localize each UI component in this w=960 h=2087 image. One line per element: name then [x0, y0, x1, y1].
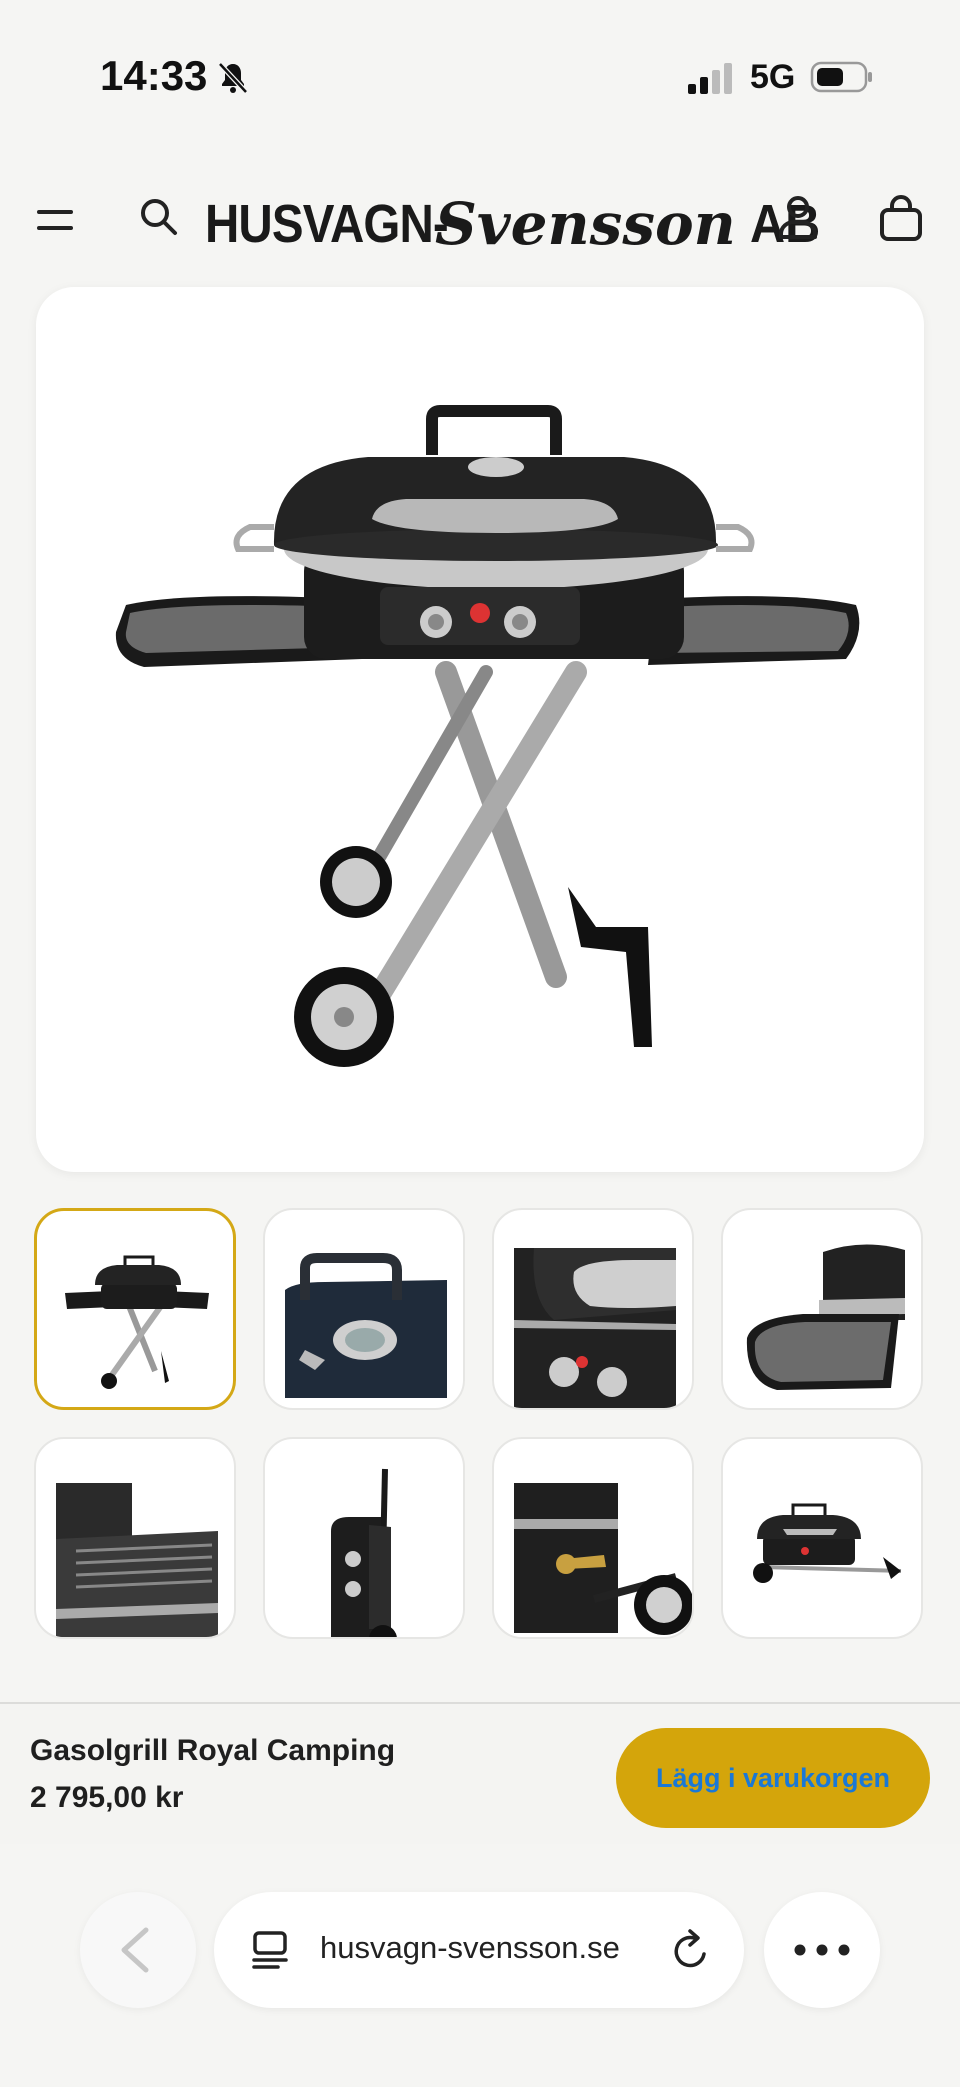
more-icon: [794, 1944, 850, 1956]
network-label: 5G: [750, 58, 796, 96]
thumbnail-gas-connector[interactable]: [492, 1437, 694, 1639]
thumbnail-image: [65, 1255, 209, 1389]
signal-icon: [688, 63, 732, 94]
url-text: husvagn-svensson.se: [320, 1930, 620, 1965]
browser-back-button[interactable]: [80, 1892, 196, 2008]
thumbnail-grill-folded-trolley[interactable]: [721, 1437, 923, 1639]
thumbnail-image: [56, 1483, 218, 1637]
thumbnail-image: [285, 1253, 447, 1398]
thumbnail-lid-handle-thermometer[interactable]: [263, 1208, 465, 1410]
account-icon[interactable]: [776, 194, 820, 240]
status-bar: 14:33 5G: [0, 0, 960, 150]
back-arrow-icon: [121, 1927, 149, 1973]
sticky-product-bar: Gasolgrill Royal Camping 2 795,00 kr Läg…: [0, 1704, 960, 1844]
thumbnail-image: [746, 1244, 905, 1390]
browser-url-bar[interactable]: husvagn-svensson.se: [214, 1892, 744, 2008]
bell-slash-icon: [218, 62, 248, 94]
site-logo[interactable]: HUSVAGN- Svensson AB: [205, 184, 828, 264]
search-icon[interactable]: [138, 196, 178, 236]
menu-icon[interactable]: [36, 202, 74, 238]
site-header: HUSVAGN- Svensson AB: [0, 170, 960, 270]
product-name: Gasolgrill Royal Camping: [30, 1734, 396, 1767]
product-price: 2 795,00 kr: [30, 1781, 184, 1814]
thumbnail-grill-grate-open[interactable]: [34, 1437, 236, 1639]
cart-icon[interactable]: [878, 194, 924, 242]
logo-text-husvagn: HUSVAGN-: [205, 194, 449, 254]
thumbnail-image: [331, 1468, 397, 1637]
thumbnail-grill-full-view[interactable]: [34, 1208, 236, 1410]
add-to-cart-button[interactable]: Lägg i varukorgen: [616, 1728, 930, 1828]
reload-icon[interactable]: [670, 1928, 712, 1972]
thumbnail-control-knobs[interactable]: [492, 1208, 694, 1410]
thumbnail-grill-folded-side[interactable]: [263, 1437, 465, 1639]
browser-more-button[interactable]: [764, 1892, 880, 2008]
thumbnail-image: [514, 1483, 692, 1635]
logo-text-svensson: Svensson: [435, 190, 736, 258]
battery-icon: [810, 61, 872, 93]
status-time: 14:33: [100, 52, 208, 99]
grill-image: [115, 405, 860, 1067]
thumbnail-image: [753, 1503, 902, 1583]
thumbnail-image: [514, 1248, 676, 1408]
thumbnail-side-table[interactable]: [721, 1208, 923, 1410]
main-product-image[interactable]: [36, 287, 924, 1172]
reader-icon[interactable]: [250, 1930, 290, 1970]
